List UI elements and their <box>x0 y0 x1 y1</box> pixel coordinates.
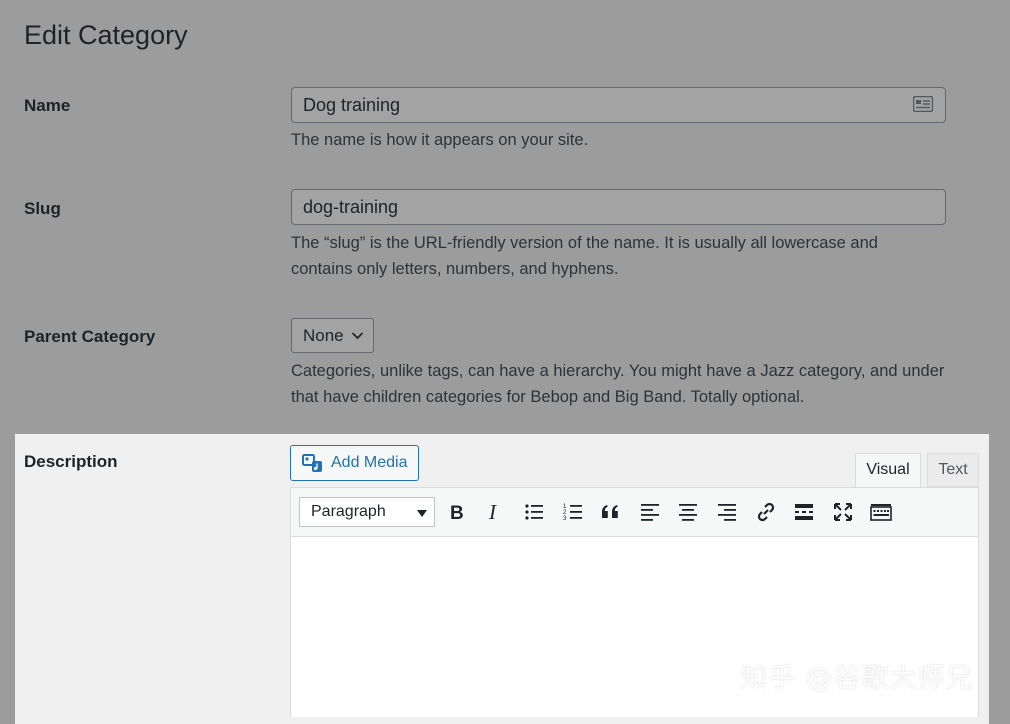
name-input[interactable]: Dog training <box>291 87 946 123</box>
fullscreen-button[interactable] <box>831 500 855 524</box>
numbered-list-icon: 1 2 3 <box>563 504 582 522</box>
format-select-value: Paragraph <box>311 503 386 520</box>
svg-text:3: 3 <box>563 516 567 522</box>
blockquote-button[interactable] <box>599 500 623 524</box>
bulleted-list-icon <box>525 504 543 520</box>
format-select[interactable]: Paragraph <box>299 497 435 527</box>
chevron-down-icon <box>351 332 364 340</box>
svg-text:I: I <box>488 500 497 524</box>
slug-label: Slug <box>24 199 61 218</box>
insert-link-button[interactable] <box>754 500 778 524</box>
name-help-text: The name is how it appears on your site. <box>291 131 589 149</box>
watermark-text: 知乎 @谷歌大师兄 <box>740 663 974 694</box>
slug-help-text: The “slug” is the URL-friendly version o… <box>291 234 878 278</box>
fullscreen-icon <box>834 503 852 521</box>
italic-button[interactable]: I <box>483 500 507 524</box>
name-input-value: Dog training <box>303 95 401 115</box>
add-media-label: Add Media <box>331 454 408 471</box>
bold-icon: B <box>450 503 464 524</box>
parent-category-help-text: Categories, unlike tags, can have a hier… <box>291 362 945 406</box>
bold-button[interactable]: B <box>445 500 469 524</box>
parent-category-selected: None <box>303 326 344 345</box>
description-label: Description <box>24 452 118 471</box>
parent-category-select[interactable]: None <box>291 318 374 353</box>
bulleted-list-button[interactable] <box>522 500 546 524</box>
slug-input-value: dog-training <box>303 197 399 217</box>
align-left-button[interactable] <box>638 500 662 524</box>
tab-visual[interactable]: Visual <box>855 453 921 488</box>
align-left-icon <box>641 504 659 521</box>
svg-text:B: B <box>450 503 464 524</box>
read-more-button[interactable] <box>792 500 816 524</box>
slug-input[interactable]: dog-training <box>291 189 946 225</box>
contact-card-icon[interactable] <box>913 96 933 112</box>
align-right-icon <box>718 504 736 521</box>
align-right-button[interactable] <box>715 500 739 524</box>
add-media-button[interactable]: Add Media <box>290 445 419 481</box>
align-center-button[interactable] <box>676 500 700 524</box>
read-more-icon <box>795 504 813 520</box>
editor-toolbar: Paragraph B I 1 2 3 <box>290 487 979 537</box>
italic-icon: I <box>488 500 497 524</box>
align-center-icon <box>679 504 697 521</box>
tab-text[interactable]: Text <box>927 453 979 487</box>
dropdown-triangle-icon <box>417 510 427 517</box>
link-icon <box>757 502 775 522</box>
name-label: Name <box>24 96 71 115</box>
blockquote-icon <box>602 505 618 518</box>
page-title: Edit Category <box>24 20 188 50</box>
parent-category-label: Parent Category <box>24 327 156 346</box>
media-icon <box>302 454 322 472</box>
toolbar-toggle-icon <box>870 504 892 521</box>
numbered-list-button[interactable]: 1 2 3 <box>561 500 585 524</box>
toolbar-toggle-button[interactable] <box>869 500 893 524</box>
